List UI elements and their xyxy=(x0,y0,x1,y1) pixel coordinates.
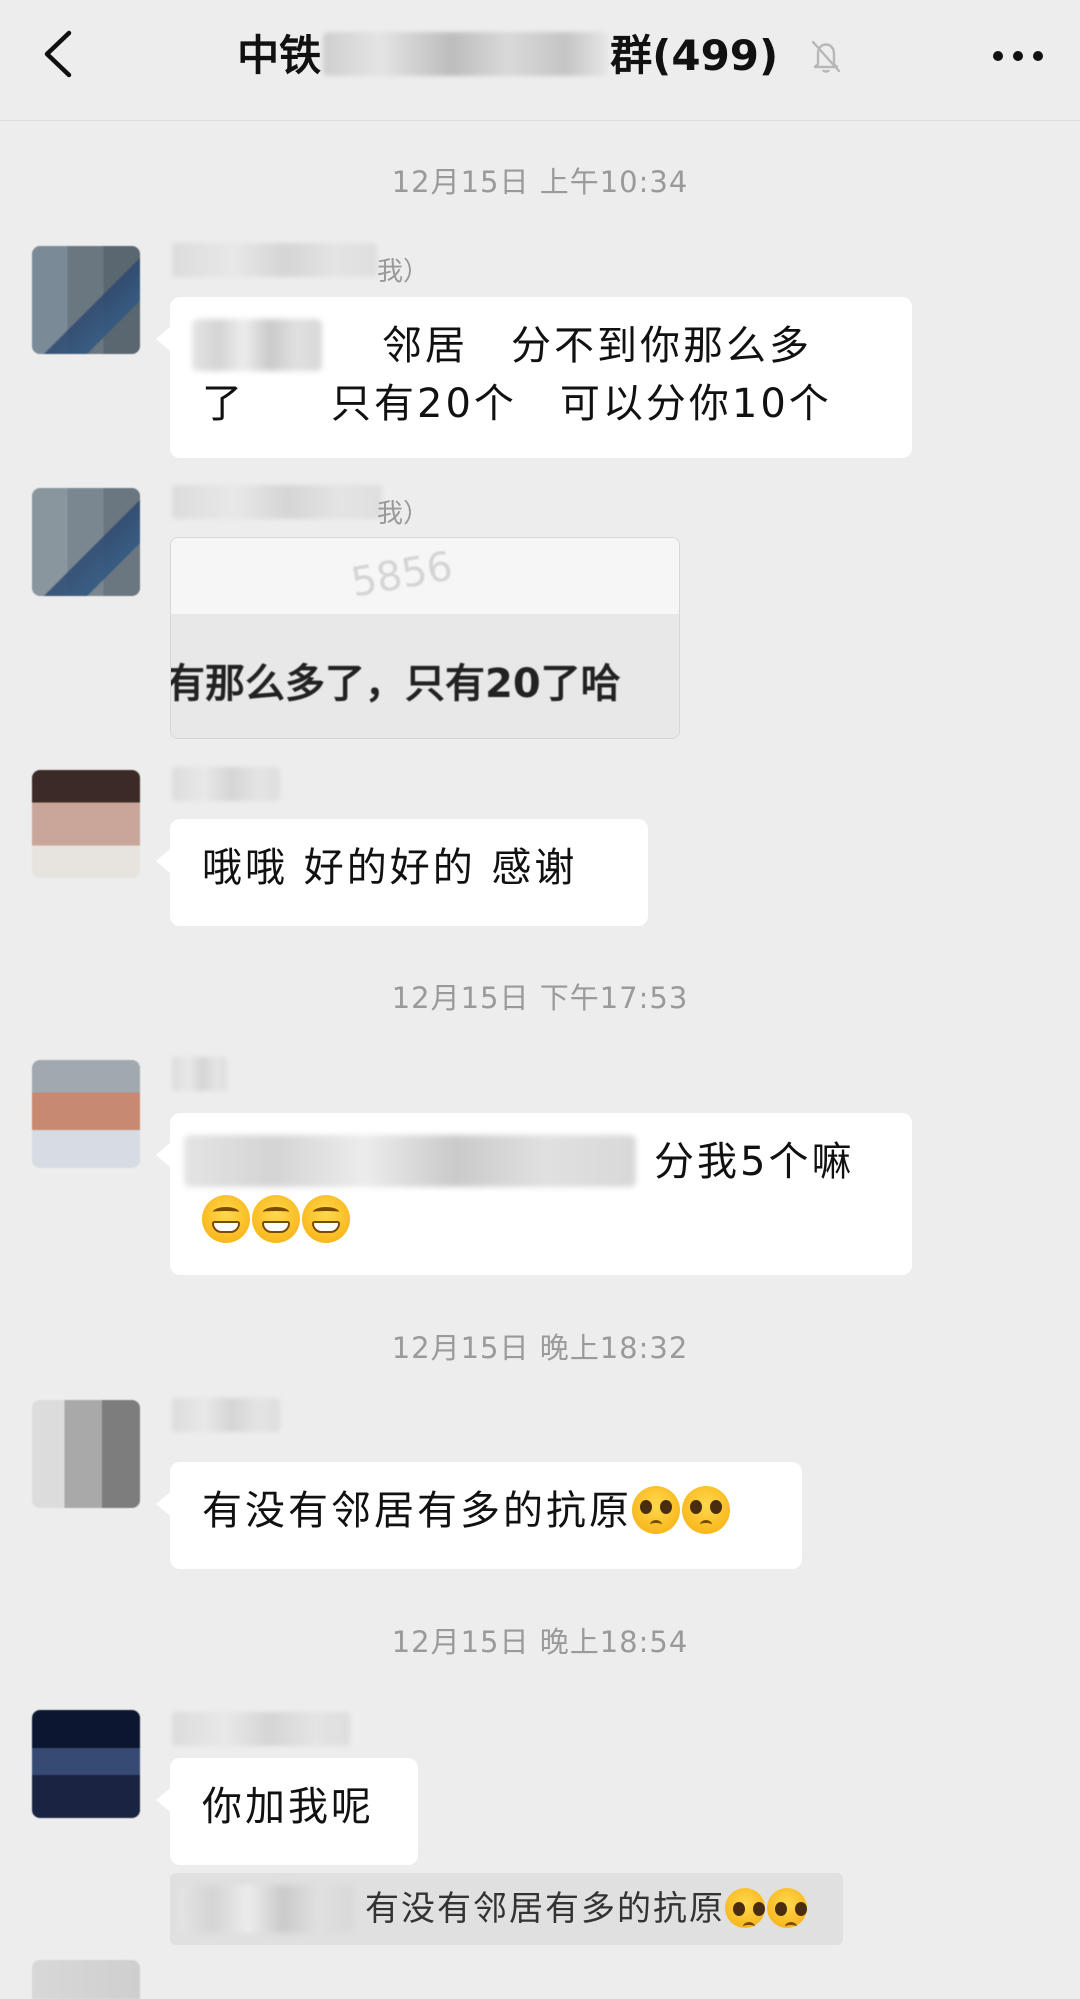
title-suffix: 群(499) xyxy=(610,31,779,80)
pleading-face-emoji xyxy=(767,1888,807,1928)
pleading-face-emoji xyxy=(725,1888,765,1928)
message-bubble[interactable]: 邻居 分不到你那么多 了 只有20个 可以分你10个 xyxy=(156,297,912,458)
message-text: 哦哦 好的好的 感谢 xyxy=(202,845,578,891)
grinning-face-emoji xyxy=(252,1195,300,1243)
avatar[interactable] xyxy=(32,770,140,878)
sender-name-suffix: 我） xyxy=(377,499,430,529)
sender-name-redacted xyxy=(172,1057,227,1091)
bell-off-icon xyxy=(809,32,843,88)
redacted-text xyxy=(192,319,322,371)
image-message[interactable]: 5856 有那么多了，只有20了哈 xyxy=(170,537,680,739)
pleading-face-emoji xyxy=(682,1486,730,1534)
avatar[interactable] xyxy=(32,1960,140,1999)
message-bubble[interactable]: 你加我呢 xyxy=(156,1758,418,1865)
title-redacted xyxy=(323,32,609,76)
avatar[interactable] xyxy=(32,246,140,354)
image-caption-text: 有那么多了，只有20了哈 xyxy=(170,661,621,707)
message-text: 有没有邻居有多的抗原 xyxy=(202,1488,632,1534)
sender-name-suffix: 我） xyxy=(377,257,430,287)
timestamp: 12月15日 晚上18:32 xyxy=(391,1331,689,1365)
redacted-text xyxy=(184,1135,636,1187)
timestamp: 12月15日 下午17:53 xyxy=(391,981,689,1015)
quoted-message[interactable]: 有没有邻居有多的抗原 xyxy=(170,1873,843,1945)
timestamp: 12月15日 上午10:34 xyxy=(391,165,689,199)
sender-name-redacted xyxy=(172,243,377,277)
avatar[interactable] xyxy=(32,1060,140,1168)
message-line: 邻居 分不到你那么多 xyxy=(192,317,880,375)
quote-text: 有没有邻居有多的抗原 xyxy=(365,1889,725,1929)
message-bubble[interactable]: 分我5个嘛 xyxy=(156,1113,912,1275)
more-button[interactable] xyxy=(988,36,1048,76)
sender-name-redacted xyxy=(172,767,280,801)
avatar[interactable] xyxy=(32,1710,140,1818)
message-text: 分我5个嘛 xyxy=(654,1139,855,1185)
message-text: 你加我呢 xyxy=(202,1784,374,1830)
message-text: 邻居 分不到你那么多 xyxy=(382,323,812,369)
redacted-text xyxy=(178,1885,353,1933)
chat-header: 中铁 群(499) xyxy=(0,0,1080,121)
timestamp: 12月15日 晚上18:54 xyxy=(391,1625,689,1659)
pleading-face-emoji xyxy=(632,1486,680,1534)
avatar[interactable] xyxy=(32,1400,140,1508)
sender-name-redacted xyxy=(172,1712,350,1746)
grinning-face-emoji xyxy=(302,1195,350,1243)
message-line xyxy=(202,1191,880,1249)
title-prefix: 中铁 xyxy=(237,31,322,80)
message-line: 分我5个嘛 xyxy=(184,1133,880,1191)
message-bubble[interactable]: 有没有邻居有多的抗原 xyxy=(156,1462,802,1569)
message-line: 了 只有20个 可以分你10个 xyxy=(202,381,832,427)
sender-name-redacted xyxy=(172,1398,280,1432)
grinning-face-emoji xyxy=(202,1195,250,1243)
sender-name-redacted xyxy=(172,485,382,519)
avatar[interactable] xyxy=(32,488,140,596)
chat-title: 中铁 群(499) xyxy=(0,28,1080,88)
message-bubble[interactable]: 哦哦 好的好的 感谢 xyxy=(156,819,648,926)
more-dots-icon xyxy=(993,51,1043,61)
